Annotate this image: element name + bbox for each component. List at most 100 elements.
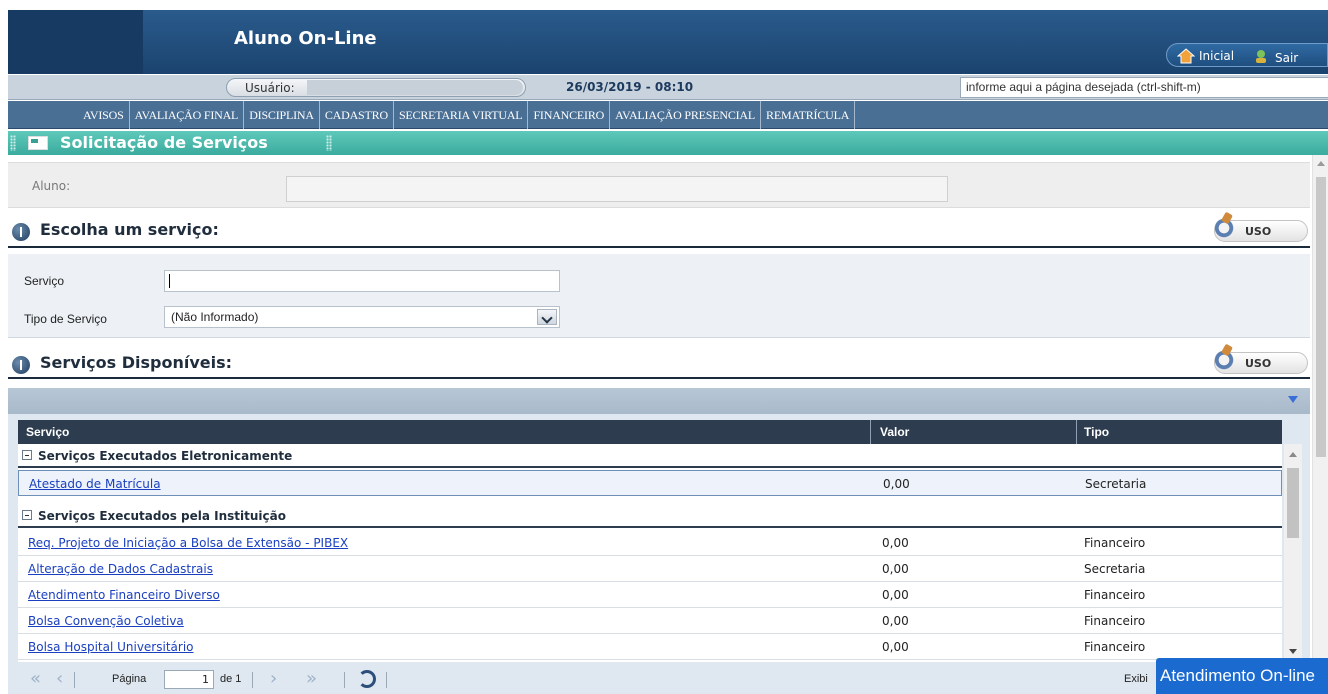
service-valor: 0,00 [882,588,909,602]
uso-button[interactable]: USO [1211,215,1308,242]
chat-tab[interactable]: Atendimento On-line [1156,658,1328,694]
expand-icon[interactable] [1288,396,1298,403]
table-row[interactable]: Req. Projeto de Iniciação a Bolsa de Ext… [18,530,1282,556]
table-row[interactable]: Bolsa Convenção Coletiva 0,00 Financeiro [18,608,1282,634]
filter-panel: Serviço Tipo de Serviço (Não Informado) [8,254,1310,338]
display-label: Exibi [1124,673,1148,685]
refresh-icon[interactable] [358,670,376,688]
next-page-icon[interactable]: › [270,670,277,688]
scroll-thumb[interactable] [1287,468,1299,538]
app-title: Aluno On-Line [234,28,377,49]
table-row[interactable]: Bolsa Hospital Universitário 0,00 Financ… [18,634,1282,660]
column-divider [1076,420,1077,444]
window-icon [28,136,48,150]
divider [8,246,1310,248]
service-tipo: Secretaria [1085,477,1147,491]
scroll-down-icon[interactable] [1289,649,1297,654]
collapse-icon[interactable] [22,510,32,520]
exit-button[interactable]: Sair [1253,48,1298,67]
home-icon [1176,48,1196,64]
prev-page-icon[interactable]: ‹ [56,670,63,688]
scroll-thumb[interactable] [1316,177,1326,457]
service-link[interactable]: Atendimento Financeiro Diverso [28,588,220,602]
nav-avaliacao-presencial[interactable]: AVALIAÇÃO PRESENCIAL [610,101,762,129]
service-link[interactable]: Bolsa Convenção Coletiva [28,614,184,628]
page-title: Solicitação de Serviços [60,133,268,152]
pager-divider [344,672,345,688]
services-grid: Serviço Valor Tipo Serviços Executados E… [8,388,1310,694]
page-of-label: de 1 [220,673,242,685]
nav-avaliacao-final[interactable]: AVALIAÇÃO FINAL [130,101,245,129]
nav-secretaria-virtual[interactable]: SECRETARIA VIRTUAL [394,101,529,129]
service-tipo: Financeiro [1084,588,1146,602]
page-scrollbar[interactable] [1312,155,1328,694]
first-page-icon[interactable]: « [30,670,41,688]
gear-icon [1211,215,1237,241]
service-tipo: Secretaria [1084,562,1146,576]
info-icon [12,223,30,241]
chevron-down-icon [537,309,557,325]
aluno-row: Aluno: [8,162,1310,208]
info-icon [12,356,30,374]
aluno-field [286,176,948,202]
user-label: Usuário: [245,81,295,95]
home-label: Inicial [1199,49,1235,63]
tipo-label: Tipo de Serviço [24,312,107,326]
exit-label: Sair [1275,50,1299,65]
main-nav: AVISOS AVALIAÇÃO FINAL DISCIPLINA CADAST… [8,101,1328,129]
grid-scrollbar[interactable] [1284,444,1302,662]
exit-icon [1253,48,1271,67]
nav-cadastro[interactable]: CADASTRO [320,101,394,129]
group-row[interactable]: Serviços Executados Eletronicamente [18,444,1282,468]
servico-label: Serviço [24,274,65,288]
home-button[interactable]: Inicial [1176,48,1235,64]
collapse-icon[interactable] [22,450,32,460]
column-servico[interactable]: Serviço [26,425,69,439]
pager-divider [74,672,75,688]
text-cursor [169,273,170,288]
pager: « ‹ Página 1 de 1 › » Exibi [8,664,1310,694]
grip-handle-left [10,135,16,151]
service-valor: 0,00 [882,536,909,550]
nav-rematricula[interactable]: REMATRÍCULA [761,101,856,129]
service-valor: 0,00 [882,640,909,654]
service-link[interactable]: Req. Projeto de Iniciação a Bolsa de Ext… [28,536,348,550]
table-row[interactable]: Atestado de Matrícula 0,00 Secretaria [18,470,1282,496]
service-link[interactable]: Bolsa Hospital Universitário [28,640,194,654]
column-divider [870,420,871,444]
service-link[interactable]: Atestado de Matrícula [29,477,161,491]
aluno-label: Aluno: [32,179,71,193]
table-row[interactable]: Alteração de Dados Cadastrais 0,00 Secre… [18,556,1282,582]
group-label: Serviços Executados pela Instituição [38,509,286,523]
uso-label: USO [1245,225,1272,238]
group-row[interactable]: Serviços Executados pela Instituição [18,504,1282,528]
service-valor: 0,00 [882,614,909,628]
page-input[interactable]: 1 [164,670,214,689]
user-pill: Usuário: [226,78,526,97]
divider [8,377,1310,379]
page-search-input[interactable]: informe aqui a página desejada (ctrl-shi… [960,77,1328,98]
tipo-select[interactable]: (Não Informado) [164,306,560,328]
scroll-up-icon[interactable] [1317,161,1325,166]
table-row[interactable]: Atendimento Financeiro Diverso 0,00 Fina… [18,582,1282,608]
pager-divider [252,672,253,688]
scroll-up-icon[interactable] [1289,452,1297,457]
user-value [307,80,523,95]
grid-toolbar [8,388,1310,414]
gear-icon [1211,347,1237,373]
column-tipo[interactable]: Tipo [1084,425,1109,439]
escolha-heading: Escolha um serviço: [40,220,219,239]
servico-input[interactable] [164,270,560,292]
nav-financeiro[interactable]: FINANCEIRO [528,101,611,129]
column-valor[interactable]: Valor [880,425,909,439]
uso-button[interactable]: USO [1211,347,1308,374]
nav-avisos[interactable]: AVISOS [78,101,130,129]
nav-disciplina[interactable]: DISCIPLINA [244,101,320,129]
service-tipo: Financeiro [1084,614,1146,628]
page-label: Página [112,673,147,685]
grip-handle-right [326,135,332,151]
last-page-icon[interactable]: » [306,670,317,688]
service-link[interactable]: Alteração de Dados Cadastrais [28,562,213,576]
top-actions: Inicial Sair [1166,43,1328,67]
uso-label: USO [1245,357,1272,370]
